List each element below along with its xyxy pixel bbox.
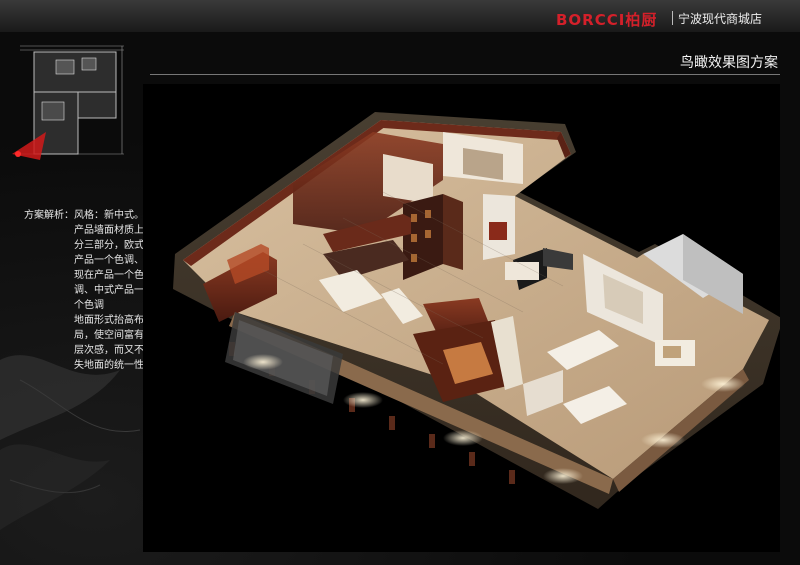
title-divider [150, 74, 780, 75]
description-heading: 方案解析： [24, 210, 74, 221]
aerial-render-illustration [173, 112, 783, 509]
aerial-render-frame [143, 84, 783, 552]
brand-logo: BORCCI柏厨 [556, 11, 658, 29]
store-name: 宁波现代商城店 [678, 12, 763, 26]
page-title: 鸟瞰效果图方案 [680, 55, 778, 71]
brand-bar: BORCCI柏厨 宁波现代商城店 [0, 0, 800, 32]
floorplan-thumbnail [12, 42, 130, 160]
brand-divider [672, 11, 673, 25]
